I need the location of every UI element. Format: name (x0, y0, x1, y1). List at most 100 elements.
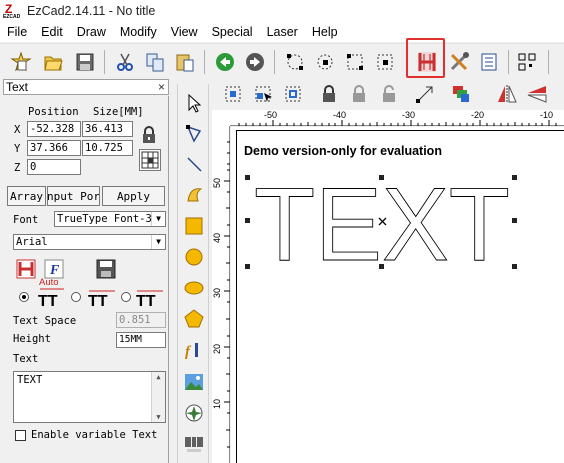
text-tool-icon[interactable]: f (182, 338, 206, 362)
select-arrow-icon[interactable] (182, 91, 206, 115)
selection-handle[interactable] (245, 218, 250, 223)
bitmap-icon[interactable] (182, 370, 206, 394)
menu-edit[interactable]: Edit (34, 25, 70, 39)
grid-icon[interactable] (139, 149, 161, 171)
svg-text:F: F (49, 263, 60, 278)
size-label: Size[MM] (93, 106, 144, 118)
ruler-corner (212, 110, 230, 126)
menu-laser[interactable]: Laser (260, 25, 305, 39)
mirror-horizontal-icon[interactable] (494, 81, 520, 107)
menu-special[interactable]: Special (205, 25, 260, 39)
menu-bar: File Edit Draw Modify View Special Laser… (0, 22, 564, 42)
new-icon[interactable] (8, 49, 34, 75)
panel-title: Text × (3, 79, 169, 95)
size-x-input[interactable]: 36.413 (82, 121, 133, 137)
node-add-icon[interactable] (312, 49, 338, 75)
text-label: Text (13, 353, 39, 365)
set-origin-icon[interactable] (412, 81, 438, 107)
unlock-object-icon[interactable] (346, 81, 372, 107)
menu-help[interactable]: Help (305, 25, 345, 39)
align-center-radio[interactable] (71, 292, 81, 302)
open-icon[interactable] (40, 49, 66, 75)
cut-icon[interactable] (112, 49, 138, 75)
menu-file[interactable]: File (0, 25, 34, 39)
font-type-select[interactable]: TrueType Font-36 ▼ (54, 211, 166, 227)
selection-handle[interactable] (512, 175, 517, 180)
selection-handle[interactable] (512, 218, 517, 223)
close-icon[interactable]: × (158, 80, 165, 94)
draw-toolbar: f (177, 84, 209, 463)
forward-icon[interactable] (242, 49, 268, 75)
selection-handle[interactable] (379, 175, 384, 180)
node-delete-icon[interactable] (342, 49, 368, 75)
height-input[interactable]: 15MM (116, 332, 166, 348)
font-save-icon[interactable] (95, 258, 117, 280)
align-auto-icon: TT (37, 287, 67, 312)
selection-handle[interactable] (245, 175, 250, 180)
font-label: Font (13, 214, 39, 226)
mirror-vertical-icon[interactable] (524, 81, 550, 107)
text-object[interactable]: TEXT (245, 167, 520, 283)
align-edge-radio[interactable] (121, 292, 131, 302)
back-icon[interactable] (212, 49, 238, 75)
save-icon[interactable] (72, 49, 98, 75)
ellipse-icon[interactable] (182, 276, 206, 300)
list-icon[interactable] (476, 49, 502, 75)
parameter-tool-icon[interactable] (446, 49, 472, 75)
toolbar-separator (104, 50, 105, 74)
lock-object-icon[interactable] (316, 81, 342, 107)
property-panel: Position Size[MM] X -52.328 36.413 Y 37.… (3, 96, 169, 463)
node-edit-icon[interactable] (282, 49, 308, 75)
unlock-all-icon[interactable] (376, 81, 402, 107)
line-icon[interactable] (182, 152, 206, 176)
selection-handle[interactable] (379, 264, 384, 269)
text-space-input[interactable]: 0.851 (116, 312, 166, 328)
node-edit-tool-icon[interactable] (182, 121, 206, 145)
align-auto-radio[interactable] (19, 292, 29, 302)
highlight-box (406, 38, 445, 78)
input-port-button[interactable]: nput Por (47, 186, 100, 206)
select-rect-icon[interactable] (250, 81, 276, 107)
menu-draw[interactable]: Draw (70, 25, 113, 39)
font-hatch-icon[interactable] (15, 258, 37, 280)
barcode-tool-icon[interactable] (182, 432, 206, 456)
polygon-icon[interactable] (182, 307, 206, 331)
selection-handle[interactable] (245, 264, 250, 269)
scroll-down-icon[interactable]: ▼ (152, 413, 165, 421)
array-button[interactable]: Array (7, 186, 46, 206)
curve-icon[interactable] (182, 182, 206, 206)
circle-icon[interactable] (182, 245, 206, 269)
select-invert-icon[interactable] (280, 81, 306, 107)
svg-text:TT: TT (136, 293, 156, 309)
svg-text:TT: TT (38, 293, 58, 309)
menu-modify[interactable]: Modify (113, 25, 164, 39)
scroll-up-icon[interactable]: ▲ (152, 373, 165, 381)
enable-variable-checkbox[interactable] (15, 430, 26, 441)
x-label: X (14, 124, 21, 136)
z-label: Z (14, 162, 21, 174)
font-name-select[interactable]: Arial ▼ (13, 234, 166, 250)
select-all-icon[interactable] (220, 81, 246, 107)
position-y-input[interactable]: 37.366 (27, 140, 81, 156)
lock-icon[interactable] (137, 124, 161, 146)
rectangle-icon[interactable] (182, 214, 206, 238)
apply-button[interactable]: Apply (102, 186, 165, 206)
text-space-label: Text Space (13, 315, 77, 327)
color-order-icon[interactable] (448, 81, 474, 107)
paste-icon[interactable] (172, 49, 198, 75)
position-x-input[interactable]: -52.328 (27, 121, 81, 137)
vector-file-icon[interactable] (182, 401, 206, 425)
ruler-v-label: 30 (212, 287, 223, 299)
selection-handle[interactable] (512, 264, 517, 269)
size-y-input[interactable]: 10.725 (82, 140, 133, 156)
copy-icon[interactable] (142, 49, 168, 75)
align-center-icon: TT (87, 287, 117, 312)
barcode-icon[interactable] (514, 49, 540, 75)
toolbar-separator (508, 50, 509, 74)
node-break-icon[interactable] (372, 49, 398, 75)
text-content-input[interactable]: TEXT ▲ ▼ (13, 371, 166, 423)
menu-view[interactable]: View (164, 25, 205, 39)
text-scrollbar[interactable]: ▲ ▼ (151, 372, 165, 422)
horizontal-ruler: -50 -40 -30 -20 -10 (230, 110, 564, 126)
position-z-input[interactable]: 0 (27, 159, 81, 175)
